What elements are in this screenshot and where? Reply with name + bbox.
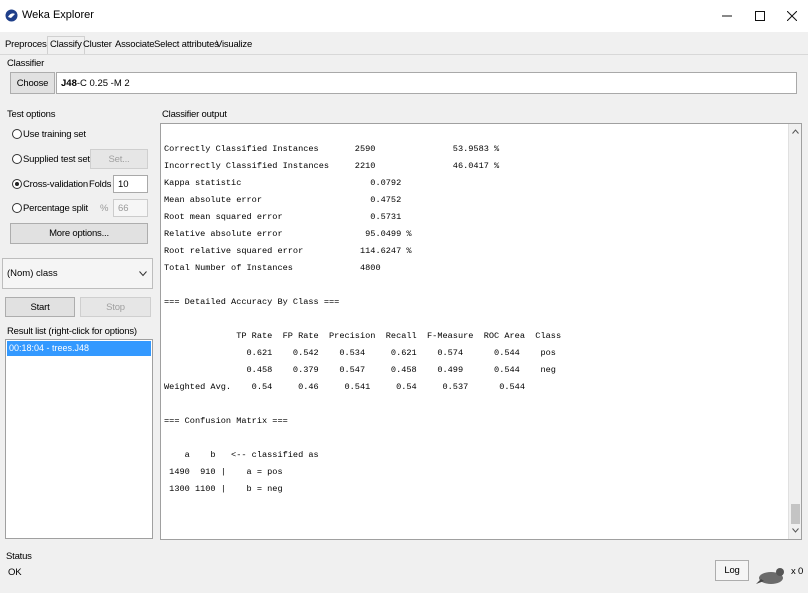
output-line: TP Rate FP Rate Precision Recall F-Measu… [164,331,562,341]
minimize-icon [722,15,732,17]
classifier-name: J48 [61,77,77,89]
status-text: OK [8,567,22,578]
tab-select-attributes[interactable]: Select attributes [154,38,219,52]
output-line: Relative absolute error 95.0499 % [164,229,412,239]
result-list-item[interactable]: 00:18:04 - trees.J48 [7,341,151,356]
start-button[interactable]: Start [5,297,75,317]
status-x-count: x 0 [791,566,804,577]
folds-input[interactable]: 10 [113,175,148,193]
output-line: 0.621 0.542 0.534 0.621 0.574 0.544 pos [164,348,556,358]
use-training-label: Use training set [23,129,86,140]
output-line: Mean absolute error 0.4752 [164,195,402,205]
folds-label: Folds [89,179,112,190]
output-line: === Detailed Accuracy By Class === [164,297,340,307]
classifier-config-field[interactable]: J48 -C 0.25 -M 2 [56,72,797,94]
title-bar: Weka Explorer [0,0,808,32]
output-line: Root relative squared error 114.6247 % [164,246,412,256]
choose-button[interactable]: Choose [10,72,55,94]
output-line: === Confusion Matrix === [164,416,288,426]
weka-bird-status-icon [756,568,784,584]
minimize-button[interactable] [711,0,743,32]
window-title: Weka Explorer [22,9,94,21]
set-button[interactable]: Set... [90,149,148,169]
status-label: Status [6,551,32,562]
use-training-radio[interactable] [12,129,22,139]
classifier-output-text: Correctly Classified Instances 2590 53.9… [164,124,561,498]
weka-app-icon [5,9,18,22]
output-line: 1300 1100 | b = neg [164,484,283,494]
scrollbar-thumb[interactable] [791,504,800,524]
close-button[interactable] [776,0,808,32]
output-line: Kappa statistic 0.0792 [164,178,402,188]
result-list-label: Result list (right-click for options) [7,326,137,337]
class-select[interactable]: (Nom) class [2,258,153,289]
cross-validation-radio[interactable] [12,179,22,189]
output-line: 0.458 0.379 0.547 0.458 0.499 0.544 neg [164,365,556,375]
tab-classify[interactable]: Classify [47,36,85,54]
output-line: Incorrectly Classified Instances 2210 46… [164,161,500,171]
test-options-label: Test options [7,109,56,120]
output-line: a b <-- classified as [164,450,319,460]
vertical-scrollbar[interactable] [788,124,801,539]
cross-validation-label: Cross-validation [23,179,88,190]
classifier-output-label: Classifier output [162,109,227,120]
scroll-up-icon[interactable] [792,129,799,134]
output-line: Total Number of Instances 4800 [164,263,381,273]
chevron-down-icon [139,271,147,277]
stop-button[interactable]: Stop [80,297,151,317]
output-line: Correctly Classified Instances 2590 53.9… [164,144,500,154]
percentage-split-label: Percentage split [23,203,88,214]
output-line: Weighted Avg. 0.54 0.46 0.541 0.54 0.537… [164,382,525,392]
classifier-options: -C 0.25 -M 2 [76,77,130,89]
more-options-button[interactable]: More options... [10,223,148,244]
tab-preprocess[interactable]: Preprocess [5,38,51,52]
percentage-split-radio[interactable] [12,203,22,213]
close-icon [787,11,797,21]
scroll-down-icon[interactable] [792,528,799,533]
class-select-value: (Nom) class [7,268,58,279]
tab-visualize[interactable]: Visualize [216,38,252,52]
maximize-icon [755,11,765,21]
supplied-test-radio[interactable] [12,154,22,164]
classifier-output-panel[interactable]: Correctly Classified Instances 2590 53.9… [160,123,802,540]
tab-bar: Preprocess Classify Cluster Associate Se… [0,36,808,55]
result-list[interactable]: 00:18:04 - trees.J48 [5,339,153,539]
classifier-section-label: Classifier [7,58,45,69]
maximize-button[interactable] [744,0,776,32]
tab-associate[interactable]: Associate [115,38,155,52]
output-line: Root mean squared error 0.5731 [164,212,402,222]
output-line: 1490 910 | a = pos [164,467,283,477]
percent-input[interactable]: 66 [113,199,148,217]
supplied-test-label: Supplied test set [23,154,90,165]
log-button[interactable]: Log [715,560,749,581]
percent-symbol: % [100,203,109,214]
tab-cluster[interactable]: Cluster [83,38,112,52]
